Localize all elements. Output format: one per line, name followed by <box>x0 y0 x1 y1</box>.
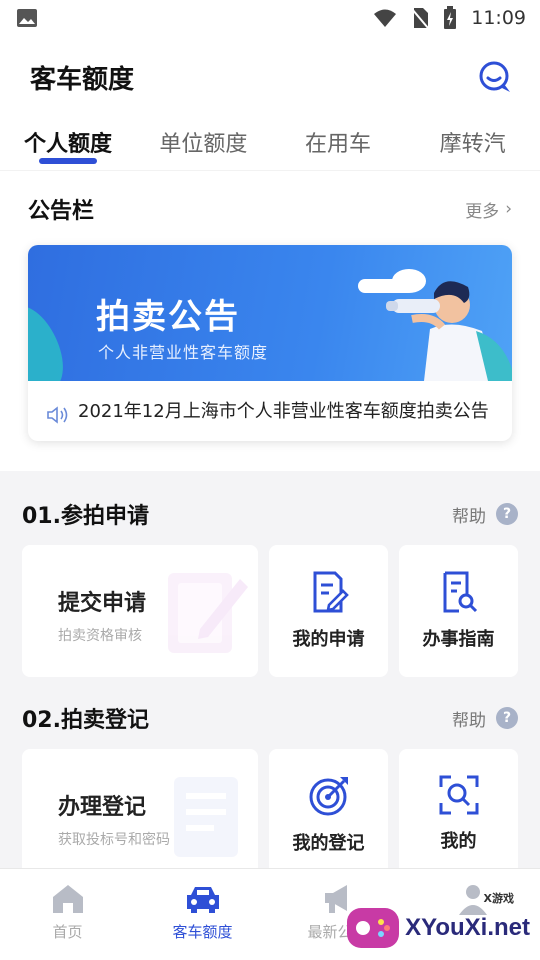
top-tabs: 个人额度 单位额度 在用车 摩转汽 <box>0 118 540 170</box>
card-label: 我的申请 <box>292 629 365 650</box>
search-document-icon <box>443 571 477 613</box>
banner-subtitle: 个人非营业性客车额度 <box>98 343 269 362</box>
section-title: 02.拍卖登记 <box>22 708 149 733</box>
home-icon <box>52 885 83 913</box>
app-header: 客车额度 <box>0 36 540 118</box>
notice-item[interactable]: 2021年12月上海市个人非营业性客车额度拍卖公告 <box>28 381 512 441</box>
question-icon: ? <box>496 503 518 525</box>
question-icon: ? <box>496 707 518 729</box>
help-label: 帮助 <box>452 710 486 731</box>
tab-label: 单位额度 <box>159 132 248 157</box>
edit-document-icon <box>313 571 349 613</box>
tabbar-label: 客车额度 <box>172 923 233 941</box>
my-application-card[interactable]: 我的申请 <box>269 545 388 677</box>
section-header: 02.拍卖登记 帮助 ? <box>22 691 518 745</box>
tab-personal-quota[interactable]: 个人额度 <box>0 118 136 164</box>
target-icon <box>309 777 348 816</box>
more-label: 更多 <box>465 201 500 222</box>
watermark-small-text: X游戏 <box>483 892 514 905</box>
auction-banner: 拍卖公告 个人非营业性客车额度 <box>28 245 512 381</box>
help-link[interactable]: 帮助 ? <box>452 502 518 527</box>
notice-title: 公告栏 <box>28 199 95 224</box>
notice-card[interactable]: 拍卖公告 个人非营业性客车额度 2021年12月上海市个人非营业性客车额度拍卖公… <box>28 245 512 441</box>
more-link[interactable]: 更多 › <box>465 197 512 222</box>
tab-unit-quota[interactable]: 单位额度 <box>136 118 271 158</box>
scan-search-icon <box>439 775 478 815</box>
guide-card[interactable]: 办事指南 <box>399 545 518 677</box>
help-link[interactable]: 帮助 ? <box>452 706 518 731</box>
chat-bubble-icon[interactable] <box>478 60 512 94</box>
pen-paper-watermark-icon <box>168 573 248 653</box>
status-time: 11:09 <box>471 7 526 29</box>
page-title: 客车额度 <box>30 64 135 95</box>
no-sim-icon <box>411 8 429 29</box>
tabbar-item-home[interactable]: 首页 <box>0 869 135 960</box>
notice-header: 公告栏 更多 › <box>28 181 512 237</box>
section-header: 01.参拍申请 帮助 ? <box>22 487 518 541</box>
help-label: 帮助 <box>452 506 486 527</box>
section-title: 01.参拍申请 <box>22 504 149 529</box>
tab-label: 在用车 <box>305 132 372 157</box>
watermark-text: XYouXi.net <box>405 914 530 941</box>
leaf-decoration <box>28 297 75 381</box>
services-area: 01.参拍申请 帮助 ? 提交申请 拍卖资格审核 我的申请 办事指南 02.拍卖… <box>0 471 540 881</box>
battery-charging-icon <box>444 6 457 29</box>
tab-label: 个人额度 <box>23 132 112 157</box>
tab-moto-to-car[interactable]: 摩转汽 <box>405 118 540 158</box>
card-label: 我的 <box>440 831 477 852</box>
section-grid: 提交申请 拍卖资格审核 我的申请 办事指南 <box>22 545 518 677</box>
my-card[interactable]: 我的 <box>399 749 518 881</box>
card-label: 办事指南 <box>422 629 495 650</box>
image-icon <box>17 9 37 27</box>
gamepad-logo-icon <box>347 908 400 948</box>
tabbar-item-car-quota[interactable]: 客车额度 <box>135 869 270 960</box>
my-registration-card[interactable]: 我的登记 <box>269 749 388 881</box>
list-document-watermark-icon <box>174 777 238 857</box>
speaker-icon <box>47 406 68 424</box>
submit-application-card[interactable]: 提交申请 拍卖资格审核 <box>22 545 258 677</box>
tab-label: 摩转汽 <box>439 132 506 157</box>
banner-title: 拍卖公告 <box>96 297 240 337</box>
car-icon <box>186 887 219 913</box>
notice-board: 公告栏 更多 › 拍卖公告 个人非营业性客车额度 2021年12月上海市个人非营… <box>0 170 540 471</box>
watermark-logo: X游戏 XYouXi.net <box>347 892 530 948</box>
card-label: 我的登记 <box>292 833 365 854</box>
registration-card[interactable]: 办理登记 获取投标号和密码 <box>22 749 258 881</box>
binocular-person-illustration <box>386 281 512 381</box>
chevron-right-icon: › <box>505 199 512 219</box>
wifi-icon <box>374 9 397 27</box>
tabbar-label: 首页 <box>52 923 83 941</box>
section-grid: 办理登记 获取投标号和密码 我的登记 我的 <box>22 749 518 881</box>
status-bar: 11:09 <box>0 0 540 36</box>
tab-in-use-car[interactable]: 在用车 <box>271 118 406 158</box>
tab-active-indicator <box>39 158 97 164</box>
notice-text: 2021年12月上海市个人非营业性客车额度拍卖公告 <box>78 401 489 422</box>
